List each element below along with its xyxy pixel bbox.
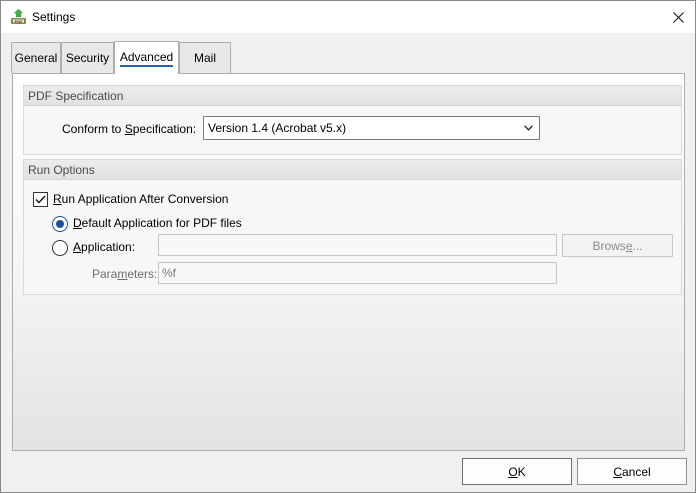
- advanced-tab-panel: PDF Specification Conform to Specificati…: [12, 73, 685, 451]
- default-application-label: Default Application for PDF files: [73, 216, 242, 230]
- run-options-header: Run Options: [24, 160, 681, 180]
- parameters-pre: Para: [92, 267, 118, 281]
- specification-selected-value: Version 1.4 (Acrobat v5.x): [208, 121, 347, 135]
- tab-general[interactable]: General: [11, 42, 61, 73]
- tab-security-label: Security: [65, 51, 110, 65]
- parameters-post: eters:: [127, 267, 158, 281]
- ok-button[interactable]: OK: [462, 458, 572, 485]
- pdf-specification-header: PDF Specification: [24, 86, 681, 106]
- tab-general-label: General: [14, 51, 58, 65]
- title-bar: PDF Settings: [1, 1, 695, 33]
- default-app-rest: efault Application for PDF files: [81, 216, 242, 230]
- tab-mail-label: Mail: [193, 51, 216, 65]
- close-icon: [672, 11, 684, 23]
- specification-select[interactable]: Version 1.4 (Acrobat v5.x): [203, 116, 540, 140]
- default-app-accel: D: [73, 216, 82, 230]
- browse-label-post: ...: [632, 238, 643, 253]
- application-label: Application:: [73, 240, 135, 254]
- tab-mail[interactable]: Mail: [179, 42, 231, 73]
- cancel-accel: C: [613, 464, 622, 479]
- application-accel: A: [73, 240, 82, 254]
- chevron-down-icon: [522, 117, 534, 139]
- cancel-button[interactable]: Cancel: [577, 458, 687, 485]
- close-button[interactable]: [661, 2, 695, 32]
- application-radio[interactable]: [52, 240, 68, 256]
- run-after-checkbox[interactable]: [33, 192, 48, 207]
- conform-label-post: pecification:: [132, 122, 197, 136]
- run-options-group: Run Options Run Application After Conver…: [23, 159, 682, 295]
- parameters-label: Parameters:: [92, 267, 157, 281]
- ok-rest: K: [517, 464, 526, 479]
- run-after-rest: un Application After Conversion: [61, 192, 229, 206]
- window-title: Settings: [32, 10, 76, 24]
- application-rest: pplication:: [81, 240, 136, 254]
- checkmark-icon: [35, 195, 46, 204]
- pdf-specification-group: PDF Specification Conform to Specificati…: [23, 85, 682, 155]
- default-application-radio[interactable]: [52, 216, 68, 232]
- run-after-label: Run Application After Conversion: [53, 192, 228, 206]
- conform-label: Conform to Specification:: [62, 122, 196, 136]
- conform-label-pre: Conform to: [62, 122, 125, 136]
- browse-label-pre: Brows: [592, 238, 626, 253]
- run-after-accel: R: [53, 192, 62, 206]
- ok-accel: O: [508, 464, 518, 479]
- parameters-input[interactable]: %f: [158, 262, 557, 284]
- application-path-input[interactable]: [158, 234, 557, 256]
- cancel-rest: ancel: [621, 464, 651, 479]
- svg-text:PDF: PDF: [14, 20, 23, 24]
- parameters-accel: m: [117, 267, 128, 281]
- browse-label-accel: e: [625, 238, 633, 253]
- pdf-printer-app-icon: PDF: [11, 9, 26, 24]
- tab-security[interactable]: Security: [61, 42, 114, 73]
- radio-selected-dot: [56, 220, 64, 228]
- browse-button[interactable]: Brows e...: [562, 234, 673, 257]
- tab-advanced-label: Advanced: [119, 50, 174, 67]
- tab-advanced[interactable]: Advanced: [114, 41, 179, 74]
- settings-dialog: PDF Settings General Security Advanced M…: [0, 0, 696, 493]
- conform-label-accel: S: [124, 122, 133, 136]
